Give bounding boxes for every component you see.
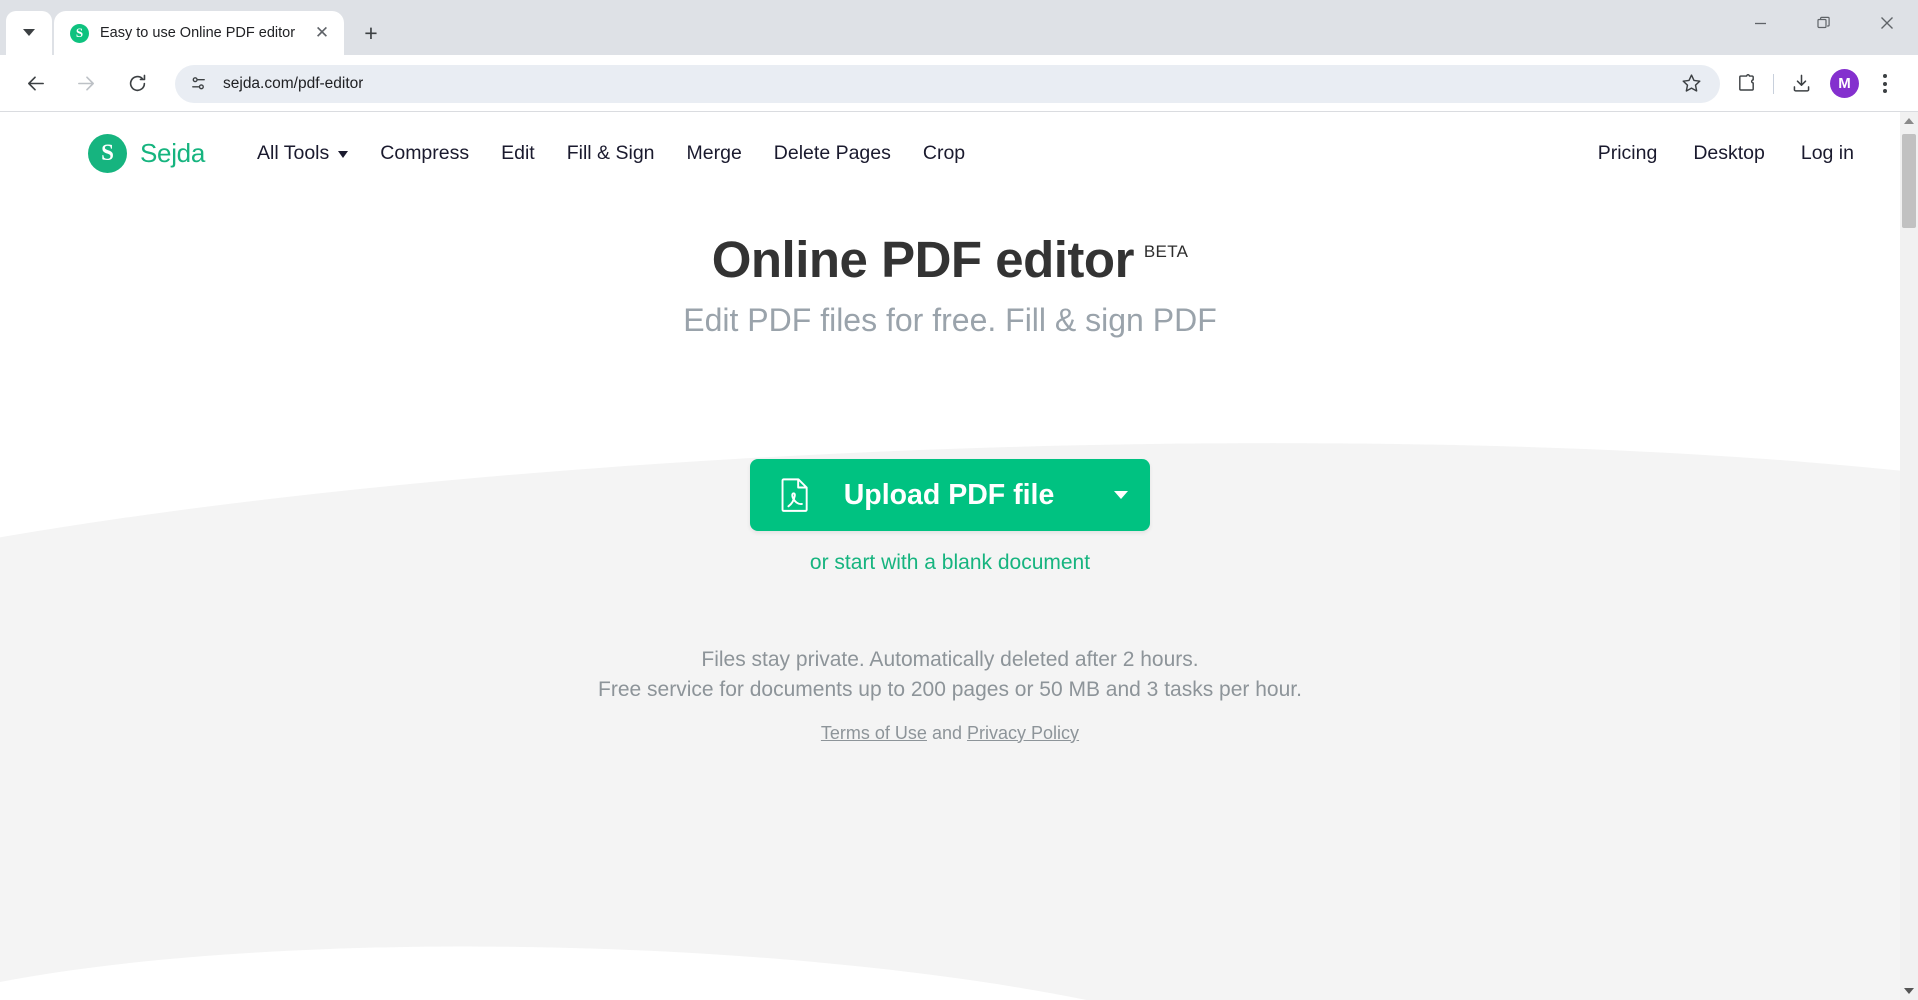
legal-links: Terms of Use and Privacy Policy (0, 723, 1900, 744)
close-tab-icon[interactable]: ✕ (310, 21, 334, 45)
nav-item-delete-pages[interactable]: Delete Pages (774, 142, 891, 165)
minimize-icon[interactable] (1729, 0, 1792, 46)
page-scrollbar[interactable] (1900, 112, 1918, 1000)
star-icon (1681, 74, 1701, 92)
downloads-button[interactable] (1781, 64, 1821, 104)
nav-item-all-tools[interactable]: All Tools (257, 141, 349, 165)
privacy-note: Files stay private. Automatically delete… (701, 648, 1199, 672)
sejda-favicon: S (70, 23, 89, 43)
terms-of-use-link[interactable]: Terms of Use (821, 723, 927, 743)
upload-button-label: Upload PDF file (843, 478, 1055, 511)
scroll-down-arrow[interactable] (1900, 982, 1918, 1000)
bookmark-button[interactable] (1662, 64, 1720, 103)
info-notes: Files stay private. Automatically delete… (0, 645, 1900, 744)
sejda-logo-mark: S (88, 133, 127, 173)
sejda-logo[interactable]: S Sejda (88, 133, 205, 173)
restore-icon[interactable] (1792, 0, 1855, 46)
tab-strip: S Easy to use Online PDF editor ✕ + (0, 0, 1918, 55)
new-tab-button[interactable]: + (354, 16, 388, 50)
back-button[interactable] (15, 63, 56, 104)
kebab-dot (1883, 89, 1887, 93)
close-window-icon[interactable] (1855, 0, 1918, 46)
profile-avatar[interactable]: M (1830, 69, 1859, 98)
tab-search-button[interactable] (6, 11, 52, 55)
tab-title: Easy to use Online PDF editor (100, 25, 296, 41)
limits-note: Free service for documents up to 200 pag… (598, 677, 1302, 701)
site-settings-icon[interactable] (189, 74, 209, 94)
nav-item-desktop[interactable]: Desktop (1693, 142, 1765, 165)
upload-pdf-button[interactable]: Upload PDF file (749, 459, 1151, 532)
privacy-policy-link[interactable]: Privacy Policy (967, 723, 1079, 743)
nav-item-crop[interactable]: Crop (923, 142, 965, 165)
legal-conjunction: and (931, 722, 963, 743)
kebab-dot (1883, 81, 1887, 86)
start-blank-document-link[interactable]: or start with a blank document (0, 551, 1900, 575)
nav-item-pricing[interactable]: Pricing (1598, 142, 1658, 165)
chevron-down-icon (23, 28, 35, 36)
download-icon (1793, 74, 1809, 92)
kebab-dot (1883, 74, 1887, 78)
browser-tab[interactable]: S Easy to use Online PDF editor ✕ (54, 11, 344, 55)
url-text: sejda.com/pdf-editor (223, 74, 364, 92)
chevron-down-icon (338, 151, 349, 158)
window-controls (1729, 0, 1918, 46)
caret-down-icon (1114, 491, 1129, 500)
extensions-button[interactable] (1726, 64, 1766, 104)
address-bar[interactable]: sejda.com/pdf-editor (175, 64, 1710, 103)
sejda-logo-text: Sejda (140, 137, 205, 168)
nav-item-merge[interactable]: Merge (687, 142, 742, 165)
toolbar-bottom-border (0, 111, 1918, 112)
scroll-up-arrow[interactable] (1900, 112, 1918, 130)
forward-button[interactable] (66, 63, 107, 104)
page-viewport: S Sejda All Tools Compress Edit Fill & S… (0, 112, 1918, 1000)
browser-window: S Easy to use Online PDF editor ✕ + sejd… (0, 0, 1918, 1000)
nav-item-fill-and-sign[interactable]: Fill & Sign (567, 142, 655, 165)
reload-button[interactable] (117, 63, 158, 104)
nav-label: All Tools (257, 141, 330, 164)
site-navigation: S Sejda All Tools Compress Edit Fill & S… (0, 112, 1900, 194)
browser-toolbar: sejda.com/pdf-editor M (0, 55, 1918, 112)
page-title: Online PDF editor (711, 231, 1135, 288)
hero-title-row: Online PDF editor BETA (0, 231, 1900, 288)
page-subtitle: Edit PDF files for free. Fill & sign PDF (683, 302, 1217, 339)
puzzle-icon (1738, 74, 1754, 91)
sejda-page: S Sejda All Tools Compress Edit Fill & S… (0, 112, 1900, 1000)
primary-nav: All Tools Compress Edit Fill & Sign Merg… (257, 142, 965, 165)
nav-item-edit[interactable]: Edit (501, 142, 535, 165)
chrome-menu-button[interactable] (1868, 64, 1902, 104)
toolbar-divider (1773, 73, 1774, 94)
secondary-nav: Pricing Desktop Log in (1598, 142, 1854, 165)
nav-item-compress[interactable]: Compress (380, 142, 469, 165)
scrollbar-thumb[interactable] (1902, 134, 1916, 228)
hero-section: Online PDF editor BETA Edit PDF files fo… (0, 194, 1900, 339)
nav-item-login[interactable]: Log in (1801, 142, 1854, 165)
cta-section: Upload PDF file or start with a blank do… (0, 459, 1900, 575)
pdf-file-icon (780, 478, 810, 512)
upload-options-dropdown[interactable] (1106, 459, 1150, 531)
beta-badge: BETA (1143, 242, 1189, 261)
